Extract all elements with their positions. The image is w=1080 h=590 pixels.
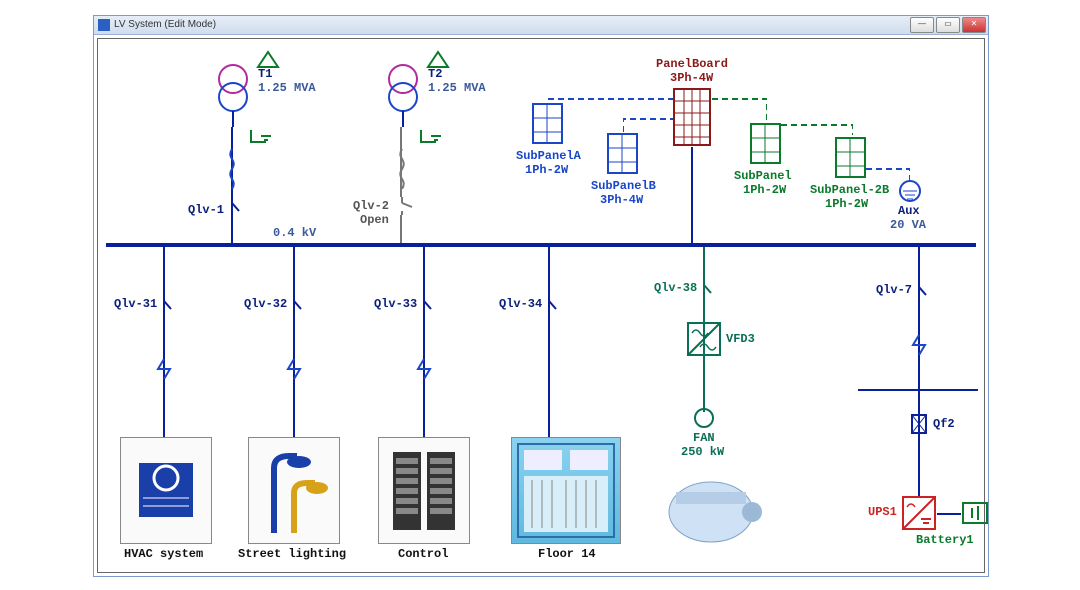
reactor-icon [223,149,241,189]
minimize-button[interactable]: — [910,17,934,33]
aux-rating: 20 VA [890,218,926,232]
qlv-1-label: Qlv-1 [188,203,224,217]
ups-name: UPS1 [868,505,897,519]
feeder-1-line[interactable] [163,247,165,437]
ground-icon [248,127,278,152]
switch-icon[interactable] [415,295,435,313]
switch-icon[interactable] [155,295,175,313]
hvac-label: HVAC system [124,547,203,561]
switch-icon[interactable] [695,279,715,297]
panelboard-name: PanelBoard [656,57,728,71]
t1-rating: 1.25 MVA [258,81,316,95]
maximize-button[interactable]: ▭ [936,17,960,33]
link-sp1 [712,93,767,123]
subpanel-a-symbol[interactable] [530,101,565,146]
aux-name: Aux [898,204,920,218]
ups-branch-bar [858,389,978,391]
subpanel-2b-name: SubPanel-2B [810,183,889,197]
battery-name: Battery1 [916,533,974,547]
panelboard-symbol[interactable] [670,87,714,147]
hvac-image[interactable] [120,437,212,544]
feeder-3-line[interactable] [423,247,425,437]
ups-battery-link [937,513,961,515]
qf2-label: Qf2 [933,417,955,431]
qlv-34-label: Qlv-34 [499,297,542,311]
link-aux [866,165,910,183]
fuse-icon [286,359,302,379]
switch-icon[interactable] [540,295,560,313]
vfd-symbol[interactable] [686,321,722,357]
t2-drop-lower[interactable] [400,215,402,243]
battery-symbol[interactable] [960,498,990,528]
switch-icon[interactable] [223,197,243,215]
bus-voltage: 0.4 kV [273,226,316,240]
link-b [623,117,673,137]
qlv-2-state: Open [360,213,389,227]
t1-name: T1 [258,67,272,81]
breaker-qf2-symbol[interactable] [910,413,928,435]
feeder-4-line[interactable] [548,247,550,437]
qlv-7-label: Qlv-7 [876,283,912,297]
subpanel-1-name: SubPanel [734,169,792,183]
floor14-image[interactable] [511,437,621,544]
control-label: Control [398,547,448,561]
ups-symbol[interactable] [901,495,937,531]
qlv-38-label: Qlv-38 [654,281,697,295]
subpanel-2b-conf: 1Ph-2W [825,197,868,211]
fan-node[interactable] [693,407,715,429]
t2-name: T2 [428,67,442,81]
streetlight-image[interactable] [248,437,340,544]
link-sp2b [781,115,853,137]
floor14-label: Floor 14 [538,547,596,561]
title-bar: LV System (Edit Mode) — ▭ ✕ [94,16,988,35]
panelboard-drop[interactable] [691,147,693,243]
ground-icon [418,127,448,152]
fuse-icon [416,359,432,379]
qlv-2-label: Qlv-2 [353,199,389,213]
fan-name: FAN [693,431,715,445]
control-image[interactable] [378,437,470,544]
window-title: LV System (Edit Mode) [114,16,216,34]
switch-open-icon[interactable] [393,197,413,215]
vfd-name: VFD3 [726,332,755,346]
close-button[interactable]: ✕ [962,17,986,33]
main-bus[interactable] [106,243,976,247]
fuse-icon [156,359,172,379]
motor-image[interactable] [656,457,771,547]
subpanel-b-name: SubPanelB [591,179,656,193]
link-a [548,93,673,105]
subpanel-1-symbol[interactable] [748,121,783,166]
reactor-icon [393,149,411,189]
switch-icon[interactable] [285,295,305,313]
subpanel-b-symbol[interactable] [605,131,640,176]
subpanel-a-name: SubPanelA [516,149,581,163]
t2-rating: 1.25 MVA [428,81,486,95]
feeder-2-line[interactable] [293,247,295,437]
qlv-32-label: Qlv-32 [244,297,287,311]
qlv-31-label: Qlv-31 [114,297,157,311]
qlv-33-label: Qlv-33 [374,297,417,311]
streetlight-label: Street lighting [238,547,346,561]
subpanel-b-conf: 3Ph-4W [600,193,643,207]
panelboard-conf: 3Ph-4W [670,71,713,85]
fuse-icon [911,335,927,355]
switch-icon[interactable] [910,281,930,299]
subpanel-a-conf: 1Ph-2W [525,163,568,177]
app-icon [98,19,110,31]
diagram-canvas[interactable]: 0.4 kV T1 1.25 MVA Qlv-1 T2 1.25 MVA [97,38,985,573]
subpanel-2b-symbol[interactable] [833,135,868,180]
subpanel-1-conf: 1Ph-2W [743,183,786,197]
